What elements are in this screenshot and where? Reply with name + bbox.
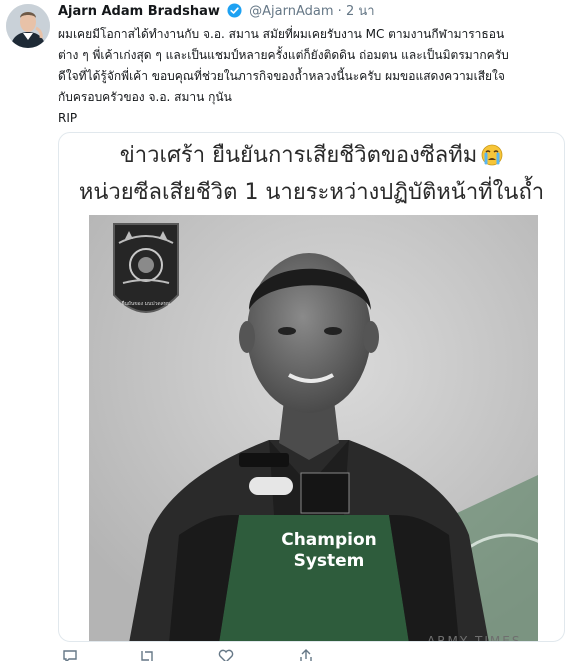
- tweet-header: Ajarn Adam Bradshaw @AjarnAdam · 2 นา: [58, 3, 375, 21]
- retweet-icon[interactable]: [138, 648, 156, 661]
- memorial-photo: ยืนยันของ มนปวดสหน Champion System ARMY …: [89, 215, 538, 642]
- tweet-text-line: ต่าง ๆ พี่เค้าเก่งสุด ๆ และเป็นแชมป์หลาย…: [58, 48, 509, 62]
- share-icon[interactable]: [298, 648, 314, 661]
- avatar-photo: [6, 4, 50, 48]
- tweet-text: ผมเคยมีโอกาสได้ทำงานกับ จ.อ. สมาน สมัยที…: [58, 24, 568, 129]
- separator-dot: ·: [337, 4, 342, 19]
- jersey-text-line: Champion: [281, 530, 377, 550]
- avatar[interactable]: [6, 4, 50, 48]
- reply-icon[interactable]: [62, 648, 78, 661]
- tweet-text-line: ผมเคยมีโอกาสได้ทำงานกับ จ.อ. สมาน สมัยที…: [58, 27, 505, 41]
- image-headline: ข่าวเศร้า ยืนยันการเสียชีวิตของซีลทีม: [59, 137, 564, 172]
- like-icon[interactable]: [218, 648, 234, 661]
- watermark: ARMY TIMES: [427, 634, 522, 642]
- jersey-text-line: System: [293, 551, 365, 571]
- display-name[interactable]: Ajarn Adam Bradshaw: [58, 4, 220, 19]
- user-handle[interactable]: @AjarnAdam: [249, 4, 333, 19]
- media-image[interactable]: ข่าวเศร้า ยืนยันการเสียชีวิตของซีลทีม หน…: [58, 132, 565, 642]
- unit-emblem-icon: ยืนยันของ มนปวดสหน: [111, 221, 181, 335]
- image-headline-text: ข่าวเศร้า ยืนยันการเสียชีวิตของซีลทีม: [119, 143, 478, 168]
- tweet-text-line: ดีใจที่ได้รู้จักพี่เค้า ขอบคุณที่ช่วยในภ…: [58, 69, 505, 83]
- jersey-sponsor-text: Champion System: [254, 530, 404, 572]
- shield-caption: ยืนยันของ มนปวดสหน: [122, 300, 172, 307]
- crying-face-icon: [481, 144, 503, 172]
- tweet-text-line: กับครอบครัวของ จ.อ. สมาน กุนัน: [58, 90, 232, 104]
- tweet-text-line: RIP: [58, 111, 78, 125]
- tweet-actions: [58, 648, 458, 661]
- tweet[interactable]: Ajarn Adam Bradshaw @AjarnAdam · 2 นา ผม…: [0, 0, 574, 661]
- image-subheadline: หน่วยซีลเสียชีวิต 1 นายระหว่างปฏิบัติหน้…: [78, 180, 545, 205]
- verified-badge-icon: [227, 3, 242, 24]
- tweet-timestamp[interactable]: 2 นา: [346, 4, 375, 19]
